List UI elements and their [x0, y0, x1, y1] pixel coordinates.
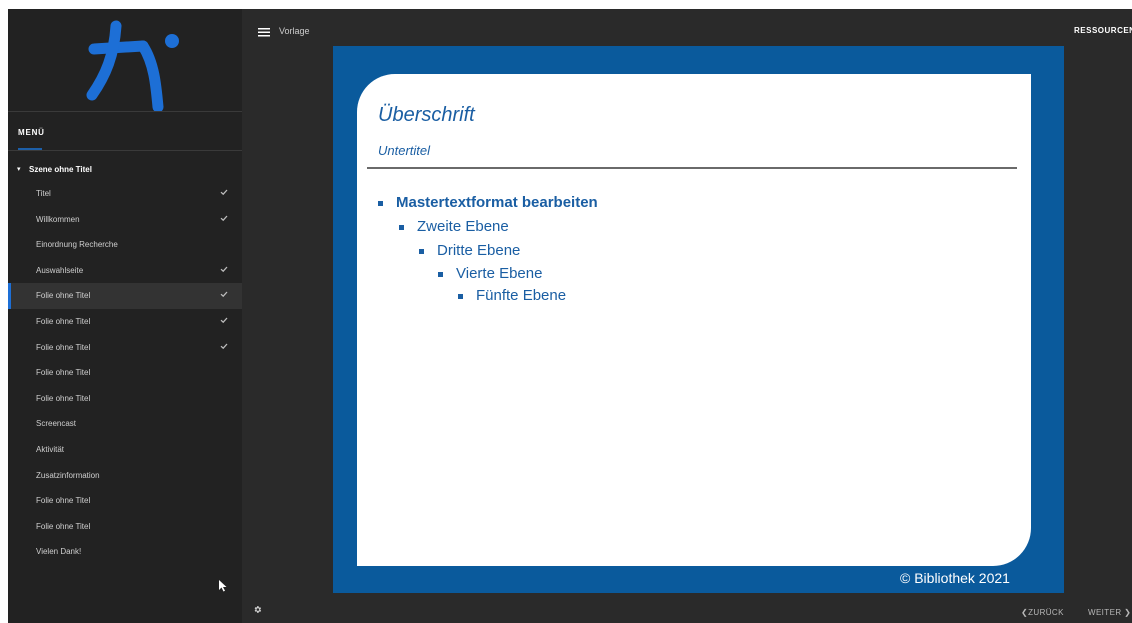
- bullet-text: Fünfte Ebene: [476, 287, 567, 304]
- next-button[interactable]: WEITER ❯: [1088, 608, 1131, 617]
- slide-subtitle: Untertitel: [378, 143, 431, 158]
- course-title: Vorlage: [279, 26, 310, 36]
- bullet-level-3: Dritte Ebene: [419, 242, 520, 259]
- menu-title: MENÜ: [18, 128, 45, 137]
- sidebar-item-label: Folie ohne Titel: [36, 496, 91, 506]
- bullet-level-1: Mastertextformat bearbeiten: [378, 194, 598, 211]
- hamburger-menu-icon[interactable]: [258, 28, 270, 37]
- sidebar-item[interactable]: Screencast: [8, 411, 242, 437]
- logo-icon: [86, 20, 179, 111]
- player-window: MENÜ ▾ Szene ohne Titel Titel Willkommen E…: [8, 9, 1132, 623]
- bullet-square-icon: [419, 248, 424, 254]
- checkmark-icon: [220, 215, 228, 221]
- sidebar-item[interactable]: Folie ohne Titel: [8, 335, 242, 361]
- bullet-level-5: Fünfte Ebene: [458, 287, 566, 304]
- sidebar-item[interactable]: Titel: [8, 181, 242, 207]
- sidebar-item-label: Aktivität: [36, 444, 65, 454]
- sidebar-item[interactable]: Folie ohne Titel: [8, 514, 242, 540]
- slide-heading: Überschrift: [378, 104, 475, 126]
- sidebar-item[interactable]: Folie ohne Titel: [8, 360, 242, 386]
- menu-header: MENÜ: [8, 112, 242, 151]
- sidebar-item[interactable]: Folie ohne Titel: [8, 488, 242, 514]
- next-label: WEITER: [1088, 608, 1122, 617]
- bullet-square-icon: [458, 293, 463, 299]
- checkmark-icon: [220, 317, 228, 324]
- bullet-text: Zweite Ebene: [417, 218, 509, 235]
- sidebar-item[interactable]: Aktivität: [8, 437, 242, 463]
- scene-header[interactable]: ▾ Szene ohne Titel: [8, 160, 242, 180]
- sidebar: MENÜ ▾ Szene ohne Titel Titel Willkommen E…: [8, 9, 242, 623]
- sidebar-item-label: Willkommen: [36, 214, 80, 224]
- sidebar-item-label: Folie ohne Titel: [36, 393, 91, 403]
- sidebar-item-label: Folie ohne Titel: [36, 342, 91, 352]
- sidebar-item-label: Zusatzinformation: [36, 470, 100, 480]
- sidebar-item[interactable]: Willkommen: [8, 207, 242, 233]
- gear-icon[interactable]: [253, 605, 262, 614]
- sidebar-item-label: Vielen Dank!: [36, 547, 82, 557]
- checkmark-icon: [220, 343, 228, 349]
- sidebar-item-label: Auswahlseite: [36, 265, 84, 275]
- checkmark-icon: [220, 189, 228, 196]
- checkmark-icon: [220, 291, 228, 298]
- sidebar-item-label: Folie ohne Titel: [36, 521, 91, 531]
- chevron-down-icon[interactable]: ▾: [17, 165, 21, 173]
- back-label: ZURÜCK: [1028, 608, 1064, 617]
- slide-list: Titel Willkommen Einordnung Recherche Auswa…: [8, 181, 242, 565]
- mouse-cursor-icon: [219, 580, 227, 592]
- bullet-text: Dritte Ebene: [437, 242, 521, 259]
- bullet-square-icon: [378, 200, 383, 206]
- sidebar-item[interactable]: Folie ohne Titel: [8, 283, 242, 309]
- sidebar-item-label: Folie ohne Titel: [36, 316, 91, 326]
- resources-button[interactable]: RESSOURCEN: [1074, 26, 1132, 35]
- sidebar-item-label: Folie ohne Titel: [36, 368, 91, 378]
- bullet-square-icon: [438, 271, 443, 277]
- menu-underline: [18, 148, 42, 150]
- sidebar-item[interactable]: Zusatzinformation: [8, 463, 242, 489]
- bullet-level-2: Zweite Ebene: [399, 218, 509, 235]
- sidebar-item[interactable]: Auswahlseite: [8, 258, 242, 284]
- divider: [367, 167, 1017, 169]
- slide-footer: © Bibliothek 2021: [900, 570, 1010, 586]
- chevron-right-icon: ❯: [1124, 608, 1132, 617]
- sidebar-item-label: Titel: [36, 189, 51, 198]
- back-button[interactable]: ❮ZURÜCK: [1021, 608, 1064, 617]
- sidebar-item[interactable]: Vielen Dank!: [8, 539, 242, 565]
- scene-title: Szene ohne Titel: [29, 165, 92, 174]
- slide-canvas: Überschrift Untertitel Mastertextformat …: [333, 46, 1064, 593]
- sidebar-item[interactable]: Folie ohne Titel: [8, 386, 242, 412]
- logo-area: [8, 9, 242, 112]
- bullet-square-icon: [399, 224, 404, 230]
- sidebar-item-label: Folie ohne Titel: [36, 291, 91, 301]
- sidebar-item-label: Einordnung Recherche: [36, 240, 118, 250]
- bullet-text: Mastertextformat bearbeiten: [396, 194, 598, 211]
- sidebar-item[interactable]: Folie ohne Titel: [8, 309, 242, 335]
- sidebar-item-label: Screencast: [36, 419, 77, 429]
- bullet-text: Vierte Ebene: [456, 265, 543, 282]
- checkmark-icon: [220, 266, 228, 272]
- bullet-level-4: Vierte Ebene: [438, 265, 542, 282]
- slide-content-area: [357, 74, 1031, 566]
- sidebar-item[interactable]: Einordnung Recherche: [8, 232, 242, 258]
